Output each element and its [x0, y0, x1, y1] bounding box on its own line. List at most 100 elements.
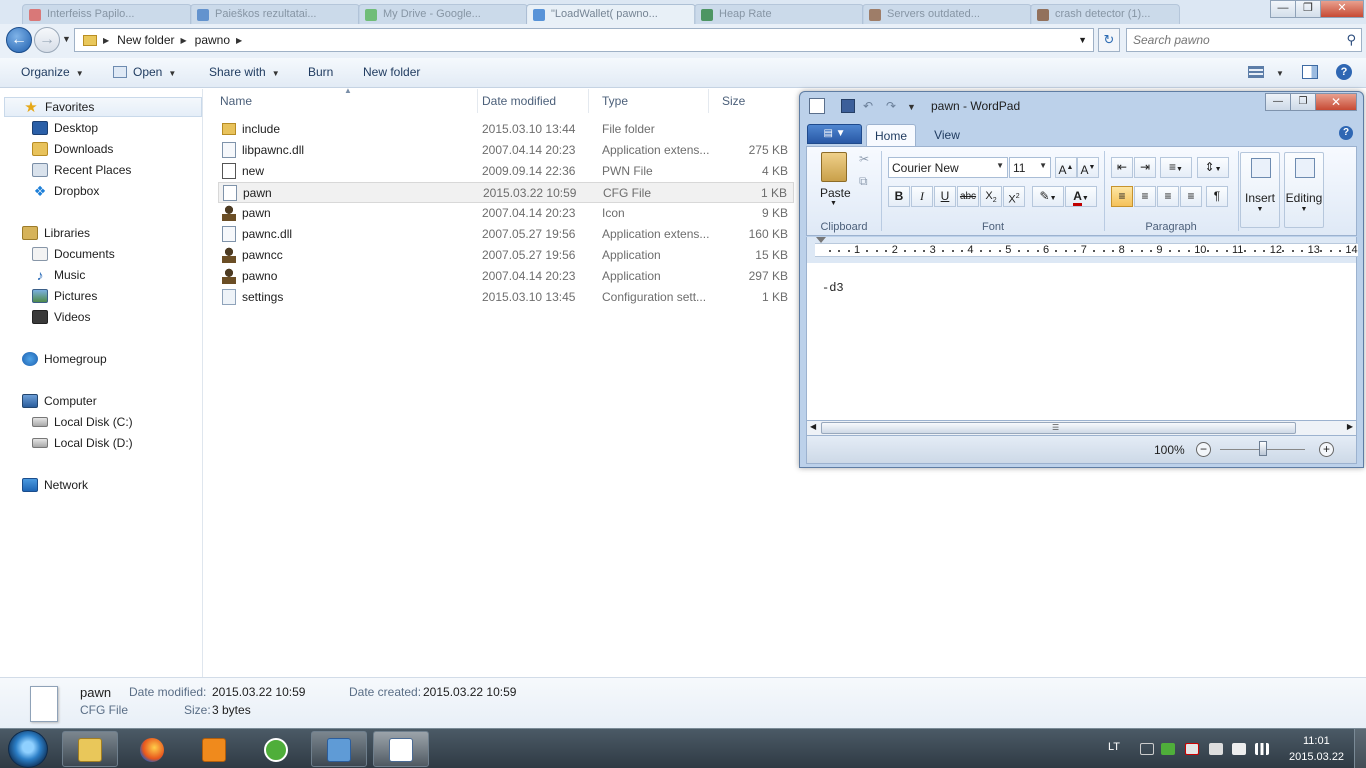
align-center-button[interactable]: ≡	[1134, 186, 1156, 207]
refresh-button[interactable]: ↻	[1098, 28, 1120, 52]
italic-button[interactable]: I	[911, 186, 933, 207]
save-icon[interactable]	[841, 99, 855, 113]
wordpad-app-icon[interactable]	[809, 98, 825, 114]
sidebar-item-libraries[interactable]: Libraries	[0, 223, 90, 243]
increase-indent-button[interactable]: ⇥	[1134, 157, 1156, 178]
sidebar-item-recent-places[interactable]: Recent Places	[0, 160, 131, 180]
browser-tab[interactable]: crash detector (1)...	[1030, 4, 1180, 24]
search-icon[interactable]: ⚲	[1346, 32, 1356, 48]
help-icon[interactable]: ?	[1339, 126, 1353, 140]
breadcrumb-arrow-icon[interactable]: ▶	[181, 36, 187, 45]
recent-pages-dropdown[interactable]: ▼	[62, 34, 71, 44]
close-button[interactable]: ✕	[1315, 93, 1357, 111]
breadcrumb-arrow-icon[interactable]: ▶	[103, 36, 109, 45]
sidebar-item-dropbox[interactable]: ❖ Dropbox	[0, 181, 100, 201]
power-icon[interactable]	[1232, 743, 1246, 755]
clock-date[interactable]: 2015.03.22	[1289, 751, 1344, 763]
insert-button[interactable]: Insert ▼	[1240, 152, 1280, 228]
file-row[interactable]: include 2015.03.10 13:44 File folder	[218, 119, 794, 140]
font-family-select[interactable]: Courier New ▼	[888, 157, 1008, 178]
file-row-selected[interactable]: pawn 2015.03.22 10:59 CFG File 1 KB	[218, 182, 794, 203]
file-menu-button[interactable]: ▤ ▼	[807, 124, 862, 144]
decrease-indent-button[interactable]: ⇤	[1111, 157, 1133, 178]
maximize-button[interactable]: ❐	[1295, 0, 1321, 18]
file-row[interactable]: libpawnc.dll 2007.04.14 20:23 Application …	[218, 140, 794, 161]
minimize-button[interactable]: —	[1270, 0, 1296, 18]
document-text[interactable]: -d3	[822, 281, 844, 295]
minimize-button[interactable]: —	[1265, 93, 1291, 111]
tab-home[interactable]: Home	[866, 124, 916, 146]
browser-tab[interactable]: Heap Rate	[694, 4, 864, 24]
sidebar-item-computer[interactable]: Computer	[0, 391, 97, 411]
search-input[interactable]	[1127, 29, 1327, 51]
sidebar-item-music[interactable]: ♪ Music	[0, 265, 86, 285]
horizontal-scrollbar[interactable]: ◀ ☰ ▶	[806, 420, 1357, 436]
subscript-button[interactable]: X2	[980, 186, 1002, 207]
line-spacing-button[interactable]: ⇕▼	[1197, 157, 1229, 178]
paragraph-settings-button[interactable]: ¶	[1206, 186, 1228, 207]
zoom-in-button[interactable]: +	[1319, 442, 1334, 457]
redo-icon[interactable]: ↷	[886, 99, 896, 113]
copy-icon[interactable]: ⧉	[859, 174, 868, 189]
taskbar-firefox-button[interactable]	[124, 731, 180, 767]
sidebar-item-local-disk-d[interactable]: Local Disk (D:)	[0, 433, 133, 453]
back-button[interactable]: ←	[6, 27, 32, 53]
chevron-down-icon[interactable]: ▼	[830, 200, 837, 207]
breadcrumb-arrow-icon[interactable]: ▶	[236, 36, 242, 45]
column-header-date-modified[interactable]: Date modified	[468, 89, 589, 113]
share-with-button[interactable]: Share with ▼	[209, 65, 280, 79]
superscript-button[interactable]: X2	[1003, 186, 1025, 207]
font-size-select[interactable]: 11 ▼	[1009, 157, 1051, 178]
file-row[interactable]: settings 2015.03.10 13:45 Configuration se…	[218, 287, 794, 308]
file-row[interactable]: pawncc 2007.05.27 19:56 Application 15 KB	[218, 245, 794, 266]
paste-button-label[interactable]: Paste	[820, 186, 851, 200]
file-row[interactable]: pawn 2007.04.14 20:23 Icon 9 KB	[218, 203, 794, 224]
utorrent-tray-icon[interactable]	[1161, 743, 1175, 755]
zoom-out-button[interactable]: −	[1196, 442, 1211, 457]
zoom-slider-thumb[interactable]	[1258, 441, 1267, 456]
grow-font-button[interactable]: A▲	[1055, 157, 1077, 178]
clock-time[interactable]: 11:01	[1303, 735, 1330, 747]
sidebar-item-videos[interactable]: Videos	[0, 307, 90, 327]
strikethrough-button[interactable]: abc	[957, 186, 979, 207]
show-desktop-button[interactable]	[1354, 729, 1366, 768]
network-signal-icon[interactable]	[1255, 743, 1269, 755]
column-header-type[interactable]: Type	[588, 89, 709, 113]
breadcrumb-pawno[interactable]: pawno	[195, 33, 230, 47]
organize-button[interactable]: Organize ▼	[21, 65, 84, 79]
address-box[interactable]: ▶ New folder ▶ pawno ▶ ▼	[74, 28, 1094, 52]
align-right-button[interactable]: ≡	[1157, 186, 1179, 207]
tab-view[interactable]: View	[922, 124, 972, 146]
taskbar-explorer-button[interactable]	[62, 731, 118, 767]
browser-tab[interactable]: Interfeiss Papilo...	[22, 4, 192, 24]
scroll-left-arrow-icon[interactable]: ◀	[810, 422, 816, 431]
sidebar-item-desktop[interactable]: Desktop	[0, 118, 98, 138]
preview-pane-icon[interactable]	[1302, 65, 1318, 79]
close-button[interactable]: ✕	[1320, 0, 1364, 18]
help-icon[interactable]: ?	[1336, 64, 1352, 80]
view-options-dropdown[interactable]: ▼	[1270, 65, 1284, 79]
justify-button[interactable]: ≡	[1180, 186, 1202, 207]
cut-icon[interactable]: ✂	[859, 152, 869, 166]
browser-tab[interactable]: My Drive - Google...	[358, 4, 528, 24]
document-area[interactable]: -d3	[806, 263, 1357, 420]
column-header-name[interactable]: ▲ Name	[206, 86, 478, 113]
browser-tab[interactable]: "LoadWallet( pawno...	[526, 4, 696, 24]
forward-button[interactable]: →	[34, 27, 60, 53]
address-history-dropdown[interactable]: ▼	[1078, 35, 1087, 45]
breadcrumb-new-folder[interactable]: New folder	[117, 33, 174, 47]
open-button[interactable]: Open ▼	[113, 65, 176, 79]
change-view-icon[interactable]	[1248, 66, 1264, 78]
customize-quick-access-icon[interactable]: ▼	[907, 102, 916, 112]
taskbar-control-panel-button[interactable]	[311, 731, 367, 767]
file-row[interactable]: pawno 2007.04.14 20:23 Application 297 KB	[218, 266, 794, 287]
sidebar-item-downloads[interactable]: Downloads	[0, 139, 113, 159]
sidebar-item-documents[interactable]: Documents	[0, 244, 115, 264]
file-row[interactable]: pawnc.dll 2007.05.27 19:56 Application ext…	[218, 224, 794, 245]
action-center-icon[interactable]	[1185, 743, 1199, 755]
sidebar-item-pictures[interactable]: Pictures	[0, 286, 97, 306]
taskbar-utorrent-button[interactable]	[248, 731, 304, 767]
file-row[interactable]: new 2009.09.14 22:36 PWN File 4 KB	[218, 161, 794, 182]
sidebar-item-network[interactable]: Network	[0, 475, 88, 495]
bold-button[interactable]: B	[888, 186, 910, 207]
